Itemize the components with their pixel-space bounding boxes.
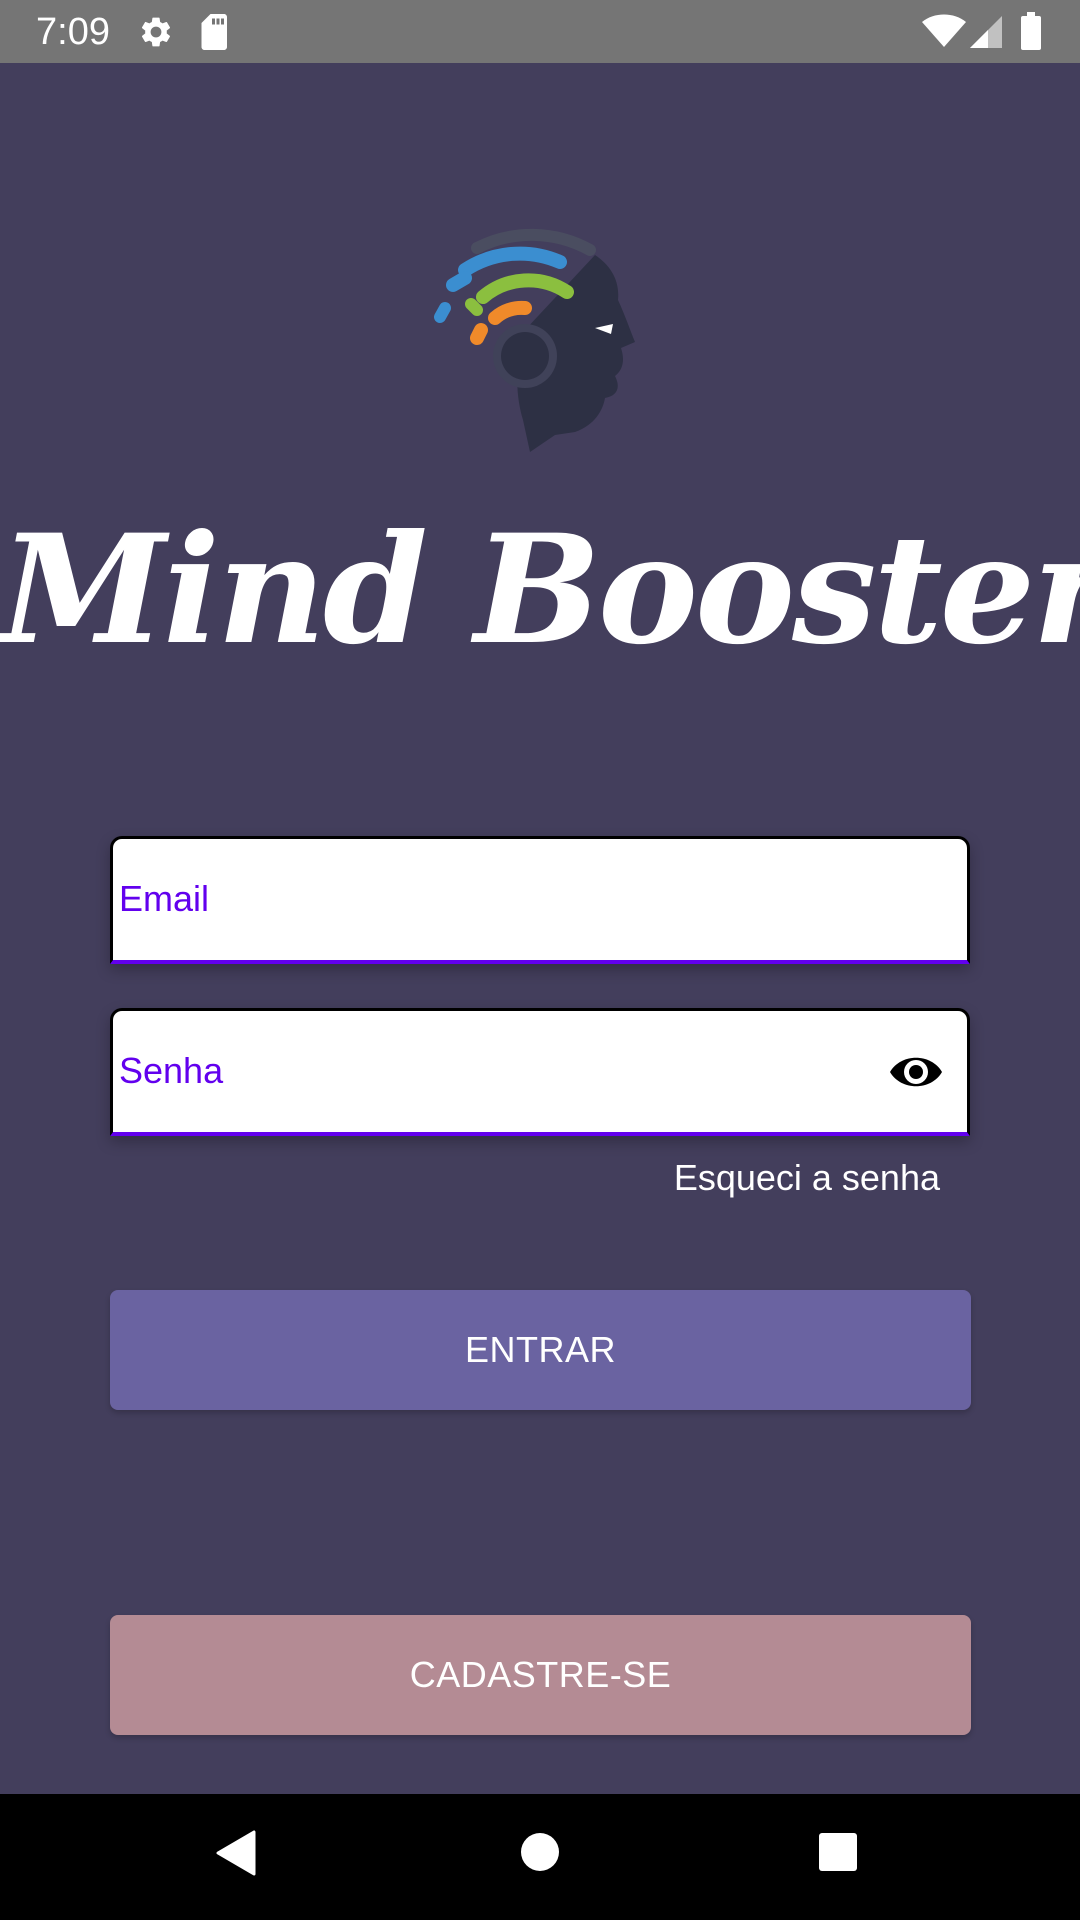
- email-field[interactable]: [110, 836, 970, 964]
- wifi-icon: [922, 14, 966, 47]
- password-input[interactable]: [119, 1041, 879, 1101]
- signup-button-label: CADASTRE-SE: [409, 1654, 672, 1695]
- home-icon[interactable]: [520, 1832, 560, 1872]
- email-input[interactable]: [119, 869, 879, 929]
- eye-icon[interactable]: [887, 1049, 945, 1095]
- login-screen: 7:09 Mind Booster Email Esqueci a senha …: [0, 0, 1080, 1920]
- signup-button[interactable]: CADASTRE-SE: [110, 1615, 971, 1735]
- sd-card-icon: [201, 14, 227, 50]
- cell-signal-icon: [970, 16, 1002, 48]
- recents-icon[interactable]: [818, 1832, 858, 1872]
- status-time: 7:09: [36, 11, 110, 53]
- password-field[interactable]: [110, 1008, 970, 1136]
- brain-signal-logo: [434, 228, 635, 452]
- settings-icon: [141, 17, 171, 47]
- navigation-bar: [0, 1794, 1080, 1920]
- back-icon[interactable]: [216, 1830, 258, 1876]
- login-button-label: ENTRAR: [464, 1329, 616, 1370]
- battery-icon: [1021, 12, 1041, 50]
- status-bar: 7:09: [0, 0, 1080, 63]
- login-button[interactable]: ENTRAR: [110, 1290, 971, 1410]
- app-title: Mind Booster: [0, 502, 1080, 678]
- forgot-password-link[interactable]: Esqueci a senha: [674, 1156, 940, 1200]
